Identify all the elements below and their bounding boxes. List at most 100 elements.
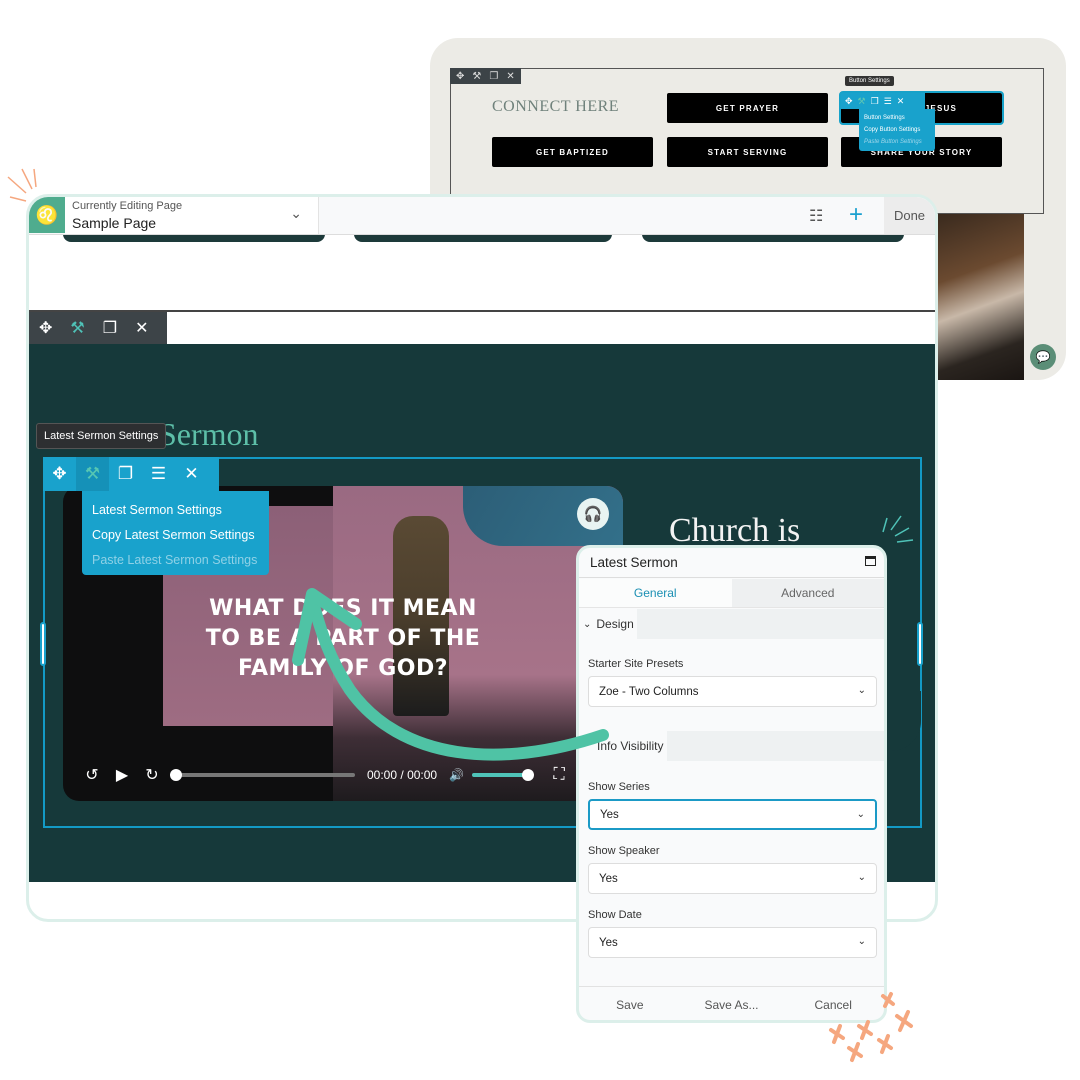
chevron-down-icon: ⌄ xyxy=(856,809,865,820)
chevron-down-icon: ⌄ xyxy=(857,936,866,947)
button-settings-tooltip: Button Settings xyxy=(845,76,894,86)
wrench-icon[interactable]: ⚒ xyxy=(858,96,866,107)
save-as-button[interactable]: Save As... xyxy=(681,987,783,1020)
menu-item-paste-settings[interactable]: Paste Latest Sermon Settings xyxy=(92,548,259,573)
move-icon[interactable]: ✥ xyxy=(456,71,464,82)
play-icon[interactable]: ▶ xyxy=(107,765,137,785)
wrench-icon[interactable]: ⚒ xyxy=(70,318,84,338)
editing-label: Currently Editing Page xyxy=(72,200,183,212)
module-toolbar[interactable]: ✥ ⚒ ❐ ☰ ✕ xyxy=(43,457,219,491)
menu-item-paste-button-settings[interactable]: Paste Button Settings xyxy=(864,136,930,148)
info-visibility-section-header[interactable]: Info Visibility xyxy=(579,731,884,761)
outline-icon[interactable]: ☰ xyxy=(884,96,892,107)
close-icon[interactable]: ✕ xyxy=(135,318,148,338)
close-icon[interactable]: ✕ xyxy=(175,457,208,491)
time-readout: 00:00 / 00:00 xyxy=(367,768,438,782)
close-icon[interactable]: ✕ xyxy=(897,96,905,107)
show-date-value: Yes xyxy=(599,936,618,949)
menu-item-copy-button-settings[interactable]: Copy Button Settings xyxy=(864,124,930,136)
move-icon[interactable]: ✥ xyxy=(845,96,853,107)
panel-title: Latest Sermon xyxy=(590,555,678,570)
info-visibility-label: Info Visibility xyxy=(579,731,667,761)
worship-photo xyxy=(938,214,1024,380)
get-prayer-button[interactable]: GET PRAYER xyxy=(667,93,828,123)
card-preview xyxy=(642,234,904,242)
card-preview xyxy=(63,234,325,242)
outline-icon[interactable]: ☷ xyxy=(809,206,823,226)
show-series-label: Show Series xyxy=(588,781,650,793)
duplicate-icon[interactable]: ❐ xyxy=(489,71,498,82)
cross-decoration xyxy=(829,992,913,1062)
close-icon[interactable]: ✕ xyxy=(506,71,514,82)
panel-tabs: General Advanced xyxy=(579,579,884,608)
menu-item-button-settings[interactable]: Button Settings xyxy=(864,112,930,124)
sparkle-decoration xyxy=(882,515,914,543)
maximize-icon[interactable] xyxy=(865,556,876,566)
button-settings-menu: Button Settings Copy Button Settings Pas… xyxy=(859,109,935,151)
add-content-icon[interactable]: + xyxy=(849,201,863,229)
progress-knob[interactable] xyxy=(170,769,182,781)
duplicate-icon[interactable]: ❐ xyxy=(871,96,879,107)
editor-topbar: ♌ Currently Editing Page Sample Page ⌄ ☷… xyxy=(29,197,935,235)
volume-icon[interactable]: 🔊 xyxy=(449,768,464,782)
wrench-icon[interactable]: ⚒ xyxy=(76,457,109,491)
progress-bar[interactable] xyxy=(170,769,355,781)
starter-presets-label: Starter Site Presets xyxy=(588,658,684,670)
chevron-down-icon: ⌄ xyxy=(583,618,592,630)
design-section-label: Design xyxy=(596,617,634,631)
panel-header[interactable]: Latest Sermon xyxy=(579,548,884,578)
show-date-label: Show Date xyxy=(588,909,642,921)
menu-item-copy-settings[interactable]: Copy Latest Sermon Settings xyxy=(92,523,259,548)
chevron-down-icon: ⌄ xyxy=(857,685,866,696)
rewind-icon[interactable]: ↺ xyxy=(77,765,107,785)
start-serving-button[interactable]: START SERVING xyxy=(667,137,828,167)
show-series-select[interactable]: Yes ⌄ xyxy=(588,799,877,830)
page-name: Sample Page xyxy=(72,215,157,231)
resize-handle-right[interactable] xyxy=(917,622,923,666)
move-icon[interactable]: ✥ xyxy=(43,457,76,491)
tab-advanced[interactable]: Advanced xyxy=(731,579,884,607)
chevron-down-icon: ⌄ xyxy=(857,872,866,883)
video-controls: ↺ ▶ ↻ 00:00 / 00:00 🔊 ⛶ xyxy=(77,764,607,786)
design-section-header[interactable]: ⌄ Design xyxy=(579,609,884,639)
title-line: TO BE A PART OF THE xyxy=(205,626,481,651)
lion-logo-icon: ♌ xyxy=(29,197,65,233)
volume-slider[interactable] xyxy=(472,769,535,781)
chevron-down-icon: ⌄ xyxy=(290,205,302,221)
show-speaker-value: Yes xyxy=(599,872,618,885)
resize-handle-left[interactable] xyxy=(40,622,46,666)
get-baptized-button[interactable]: GET BAPTIZED xyxy=(492,137,653,167)
connect-title: CONNECT HERE xyxy=(492,98,620,115)
show-speaker-label: Show Speaker xyxy=(588,845,660,857)
save-button[interactable]: Save xyxy=(579,987,681,1020)
button-module-toolbar[interactable]: ✥ ⚒ ❐ ☰ ✕ xyxy=(841,93,925,109)
duplicate-icon[interactable]: ❐ xyxy=(109,457,142,491)
wrench-icon[interactable]: ⚒ xyxy=(472,71,481,82)
connect-row-toolbar[interactable]: ✥ ⚒ ❐ ✕ xyxy=(450,68,521,84)
sermon-settings-tooltip: Latest Sermon Settings xyxy=(36,423,167,449)
headphones-icon[interactable]: 🎧 xyxy=(577,498,609,530)
fullscreen-icon[interactable]: ⛶ xyxy=(544,766,574,784)
show-series-value: Yes xyxy=(600,808,619,821)
move-icon[interactable]: ✥ xyxy=(39,318,52,338)
tab-general[interactable]: General xyxy=(579,579,732,607)
starter-presets-value: Zoe - Two Columns xyxy=(599,685,699,698)
done-button[interactable]: Done xyxy=(884,197,935,234)
page-selector[interactable]: Currently Editing Page Sample Page ⌄ xyxy=(65,197,319,234)
section-title: Sermon xyxy=(159,416,259,452)
row-toolbar[interactable]: ✥ ⚒ ❐ ✕ xyxy=(29,312,167,344)
chat-icon[interactable]: 💬 xyxy=(1030,344,1056,370)
show-date-select[interactable]: Yes ⌄ xyxy=(588,927,877,958)
title-line: WHAT DOES IT MEAN xyxy=(209,596,477,621)
starter-presets-select[interactable]: Zoe - Two Columns ⌄ xyxy=(588,676,877,707)
video-title: WHAT DOES IT MEAN TO BE A PART OF THE FA… xyxy=(153,594,533,684)
title-line: FAMILY OF GOD? xyxy=(238,656,448,681)
menu-item-settings[interactable]: Latest Sermon Settings xyxy=(92,498,259,523)
outline-icon[interactable]: ☰ xyxy=(142,457,175,491)
duplicate-icon[interactable]: ❐ xyxy=(103,318,117,338)
volume-knob[interactable] xyxy=(522,769,535,781)
forward-icon[interactable]: ↻ xyxy=(137,765,167,785)
show-speaker-select[interactable]: Yes ⌄ xyxy=(588,863,877,894)
module-settings-panel: Latest Sermon General Advanced ⌄ Design S… xyxy=(576,545,887,1023)
module-settings-menu: Latest Sermon Settings Copy Latest Sermo… xyxy=(82,491,269,575)
